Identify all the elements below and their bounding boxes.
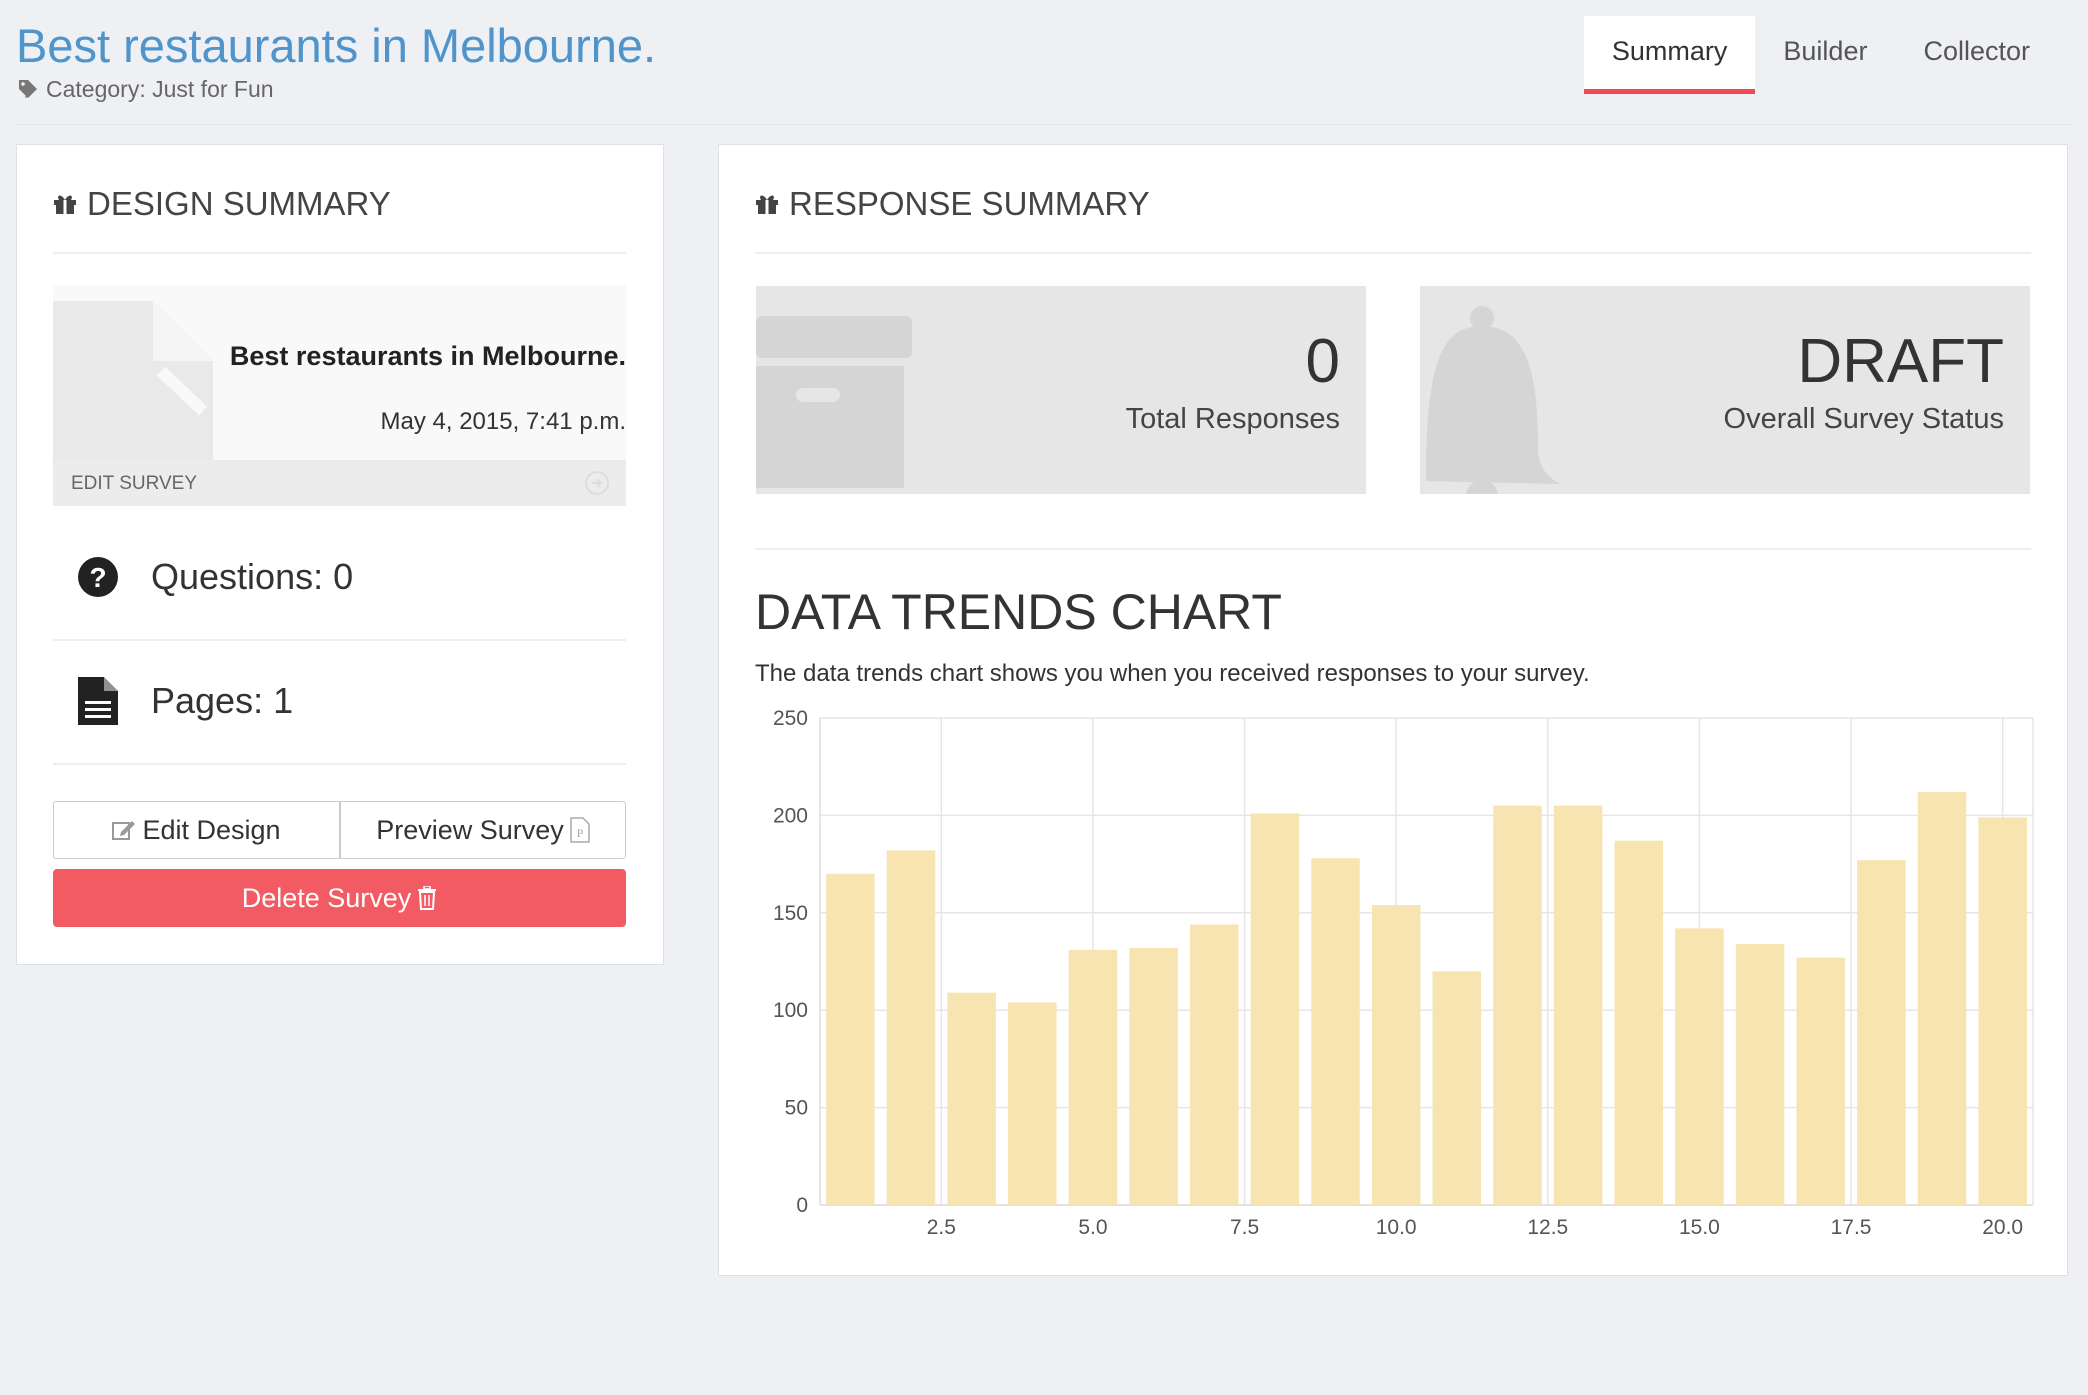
survey-card[interactable]: Best restaurants in Melbourne. May 4, 20… xyxy=(53,285,626,506)
edit-survey-bar[interactable]: EDIT SURVEY xyxy=(53,460,626,506)
trends-title: DATA TRENDS CHART xyxy=(755,584,1282,640)
chart-bar xyxy=(1493,805,1542,1205)
x-tick-label: 10.0 xyxy=(1376,1216,1417,1239)
y-tick-label: 100 xyxy=(773,999,808,1022)
design-summary-heading: DESIGN SUMMARY xyxy=(53,185,391,223)
edit-survey-link[interactable]: EDIT SURVEY xyxy=(71,473,197,495)
x-tick-label: 15.0 xyxy=(1679,1216,1720,1239)
y-tick-label: 150 xyxy=(773,902,808,925)
design-summary-panel: DESIGN SUMMARY Best restaurants in Melbo… xyxy=(16,144,664,965)
card-survey-name: Best restaurants in Melbourne. xyxy=(229,341,626,371)
chart-bar xyxy=(1371,905,1421,1205)
delete-survey-button[interactable]: Delete Survey xyxy=(53,869,626,927)
bell-icon xyxy=(1426,306,1560,494)
survey-status-box: DRAFT Overall Survey Status xyxy=(1420,286,2030,494)
x-tick-label: 12.5 xyxy=(1527,1216,1568,1239)
questions-count: Questions: 0 xyxy=(151,556,354,597)
survey-title: Best restaurants in Melbourne. xyxy=(16,19,657,72)
chart-bar xyxy=(1553,805,1603,1205)
svg-text:?: ? xyxy=(89,562,106,593)
chart-bar xyxy=(1432,971,1482,1205)
divider xyxy=(53,639,626,641)
data-trends-chart: 0 50 100 150 200 250 2.5 5.0 7.5 10.0 12.5 15.0 17.5… xyxy=(773,707,2034,1239)
edit-icon xyxy=(112,821,136,840)
file-preview-icon: P xyxy=(570,817,590,843)
chart-bar xyxy=(826,873,875,1205)
divider xyxy=(53,763,626,765)
trash-icon xyxy=(418,886,437,910)
chart-bar xyxy=(1008,1002,1057,1205)
chart-bar xyxy=(1250,813,1300,1205)
chart-bar xyxy=(947,992,996,1205)
x-tick-label: 2.5 xyxy=(927,1216,956,1239)
y-tick-label: 200 xyxy=(773,804,808,827)
y-tick-label: 50 xyxy=(785,1097,808,1120)
header-divider xyxy=(16,124,2072,125)
trends-description: The data trends chart shows you when you… xyxy=(755,660,1590,687)
chart-bar xyxy=(1857,860,1906,1205)
gift-icon xyxy=(756,195,778,214)
response-summary-panel: RESPONSE SUMMARY 0 Total Responses DRAFT… xyxy=(718,144,2068,1276)
questions-row: ? Questions: 0 xyxy=(53,531,626,623)
arrow-circle-right-icon xyxy=(585,471,609,495)
total-responses-box: 0 Total Responses xyxy=(756,286,1366,494)
x-tick-label: 7.5 xyxy=(1230,1216,1259,1239)
y-tick-label: 250 xyxy=(773,707,808,730)
total-responses-value: 0 xyxy=(1305,327,1340,396)
category-text: Category: Just for Fun xyxy=(46,76,274,102)
chart-bar xyxy=(1614,840,1664,1205)
category-label: Category: Just for Fun xyxy=(18,76,274,103)
chart-bar xyxy=(1978,817,2027,1205)
svg-text:P: P xyxy=(576,826,583,840)
chart-bar xyxy=(1796,957,1845,1205)
tab-collector[interactable]: Collector xyxy=(1895,16,2058,94)
survey-status-value: DRAFT xyxy=(1797,327,2004,396)
tab-builder[interactable]: Builder xyxy=(1755,16,1895,94)
gift-icon xyxy=(54,195,76,214)
x-tick-label: 17.5 xyxy=(1831,1216,1872,1239)
tag-icon xyxy=(19,79,37,98)
chart-bar xyxy=(1129,947,1178,1205)
divider xyxy=(755,252,2031,254)
y-tick-label: 0 xyxy=(796,1194,808,1217)
x-tick-label: 5.0 xyxy=(1078,1216,1107,1239)
file-text-icon xyxy=(78,677,118,725)
question-circle-icon: ? xyxy=(78,557,118,597)
chart-bar xyxy=(886,850,936,1205)
chart-bar xyxy=(1068,949,1118,1205)
chart-bar xyxy=(1675,928,1724,1205)
pages-row: Pages: 1 xyxy=(53,655,626,747)
total-responses-label: Total Responses xyxy=(1125,403,1340,435)
survey-status-label: Overall Survey Status xyxy=(1723,403,2004,435)
edit-design-button[interactable]: Edit Design xyxy=(53,801,340,859)
divider xyxy=(755,548,2031,550)
survey-tabs: Summary Builder Collector xyxy=(1583,16,2058,94)
card-created-date: May 4, 2015, 7:41 p.m. xyxy=(380,408,626,435)
chart-bar xyxy=(1311,858,1360,1205)
preview-survey-button[interactable]: Preview Survey P xyxy=(340,801,626,859)
response-summary-heading: RESPONSE SUMMARY xyxy=(755,185,1150,223)
tab-summary[interactable]: Summary xyxy=(1583,16,1756,94)
archive-icon xyxy=(756,316,912,488)
divider xyxy=(53,252,626,254)
pages-count: Pages: 1 xyxy=(151,680,294,721)
chart-bar xyxy=(1917,792,1967,1205)
chart-bar xyxy=(1735,943,1785,1205)
chart-bar xyxy=(1189,924,1239,1205)
x-tick-label: 20.0 xyxy=(1982,1216,2023,1239)
